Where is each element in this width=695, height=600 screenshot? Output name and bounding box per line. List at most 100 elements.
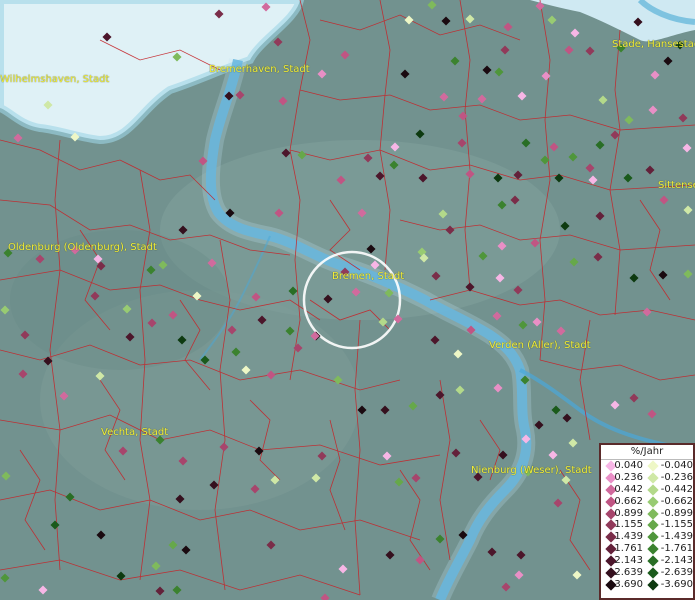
map-view[interactable]: Wilhelmshaven, Stadt Bremerhaven, Stadt … <box>0 0 695 600</box>
station-marker[interactable] <box>570 28 580 38</box>
station-marker[interactable] <box>116 571 126 581</box>
station-marker[interactable] <box>431 271 441 281</box>
station-marker[interactable] <box>96 530 106 540</box>
station-marker[interactable] <box>564 45 574 55</box>
station-marker[interactable] <box>43 356 53 366</box>
station-marker[interactable] <box>266 540 276 550</box>
station-marker[interactable] <box>497 200 507 210</box>
station-marker[interactable] <box>645 165 655 175</box>
station-marker[interactable] <box>487 547 497 557</box>
station-marker[interactable] <box>492 311 502 321</box>
station-marker[interactable] <box>659 195 669 205</box>
station-marker[interactable] <box>598 95 608 105</box>
station-marker[interactable] <box>338 564 348 574</box>
station-marker[interactable] <box>560 221 570 231</box>
station-marker[interactable] <box>95 371 105 381</box>
station-marker[interactable] <box>147 318 157 328</box>
station-marker[interactable] <box>451 448 461 458</box>
station-marker[interactable] <box>177 335 187 345</box>
station-marker[interactable] <box>125 332 135 342</box>
station-marker[interactable] <box>439 92 449 102</box>
station-marker[interactable] <box>513 170 523 180</box>
station-marker[interactable] <box>610 130 620 140</box>
station-marker[interactable] <box>102 32 112 42</box>
station-marker[interactable] <box>250 484 260 494</box>
station-marker[interactable] <box>624 115 634 125</box>
station-marker[interactable] <box>518 320 528 330</box>
station-marker[interactable] <box>382 451 392 461</box>
station-marker[interactable] <box>553 498 563 508</box>
station-marker[interactable] <box>70 132 80 142</box>
station-marker[interactable] <box>320 593 330 600</box>
station-marker[interactable] <box>415 555 425 565</box>
station-marker[interactable] <box>642 307 652 317</box>
station-marker[interactable] <box>333 375 343 385</box>
station-marker[interactable] <box>297 150 307 160</box>
station-marker[interactable] <box>466 325 476 335</box>
station-marker[interactable] <box>503 22 513 32</box>
station-marker[interactable] <box>43 100 53 110</box>
station-marker[interactable] <box>569 257 579 267</box>
station-marker[interactable] <box>357 208 367 218</box>
station-marker[interactable] <box>65 492 75 502</box>
station-marker[interactable] <box>178 225 188 235</box>
station-marker[interactable] <box>450 56 460 66</box>
station-marker[interactable] <box>266 370 276 380</box>
station-marker[interactable] <box>629 273 639 283</box>
station-marker[interactable] <box>610 400 620 410</box>
station-marker[interactable] <box>482 65 492 75</box>
station-marker[interactable] <box>200 355 210 365</box>
station-marker[interactable] <box>181 545 191 555</box>
station-marker[interactable] <box>288 286 298 296</box>
station-marker[interactable] <box>231 347 241 357</box>
station-marker[interactable] <box>683 205 693 215</box>
station-marker[interactable] <box>172 585 182 595</box>
station-marker[interactable] <box>219 442 229 452</box>
station-marker[interactable] <box>384 288 394 298</box>
station-marker[interactable] <box>168 540 178 550</box>
station-marker[interactable] <box>551 405 561 415</box>
station-marker[interactable] <box>554 173 564 183</box>
station-marker[interactable] <box>408 401 418 411</box>
station-marker[interactable] <box>427 0 437 10</box>
station-marker[interactable] <box>493 383 503 393</box>
station-marker[interactable] <box>520 375 530 385</box>
station-marker[interactable] <box>458 530 468 540</box>
station-marker[interactable] <box>311 473 321 483</box>
station-marker[interactable] <box>678 113 688 123</box>
station-marker[interactable] <box>465 282 475 292</box>
station-marker[interactable] <box>535 1 545 11</box>
station-marker[interactable] <box>585 46 595 56</box>
station-marker[interactable] <box>50 520 60 530</box>
station-marker[interactable] <box>224 91 234 101</box>
station-marker[interactable] <box>561 475 571 485</box>
station-marker[interactable] <box>146 265 156 275</box>
station-marker[interactable] <box>35 254 45 264</box>
station-marker[interactable] <box>572 570 582 580</box>
station-marker[interactable] <box>494 67 504 77</box>
station-marker[interactable] <box>623 173 633 183</box>
station-marker[interactable] <box>168 310 178 320</box>
station-marker[interactable] <box>20 330 30 340</box>
station-marker[interactable] <box>317 451 327 461</box>
station-marker[interactable] <box>274 208 284 218</box>
station-marker[interactable] <box>532 317 542 327</box>
station-markers[interactable] <box>0 0 695 600</box>
station-marker[interactable] <box>445 225 455 235</box>
station-marker[interactable] <box>453 349 463 359</box>
station-marker[interactable] <box>155 586 165 596</box>
station-marker[interactable] <box>477 94 487 104</box>
station-marker[interactable] <box>394 477 404 487</box>
station-marker[interactable] <box>521 434 531 444</box>
station-marker[interactable] <box>378 317 388 327</box>
station-marker[interactable] <box>595 211 605 221</box>
station-marker[interactable] <box>430 335 440 345</box>
station-marker[interactable] <box>682 143 692 153</box>
station-marker[interactable] <box>495 273 505 283</box>
station-marker[interactable] <box>0 305 10 315</box>
station-marker[interactable] <box>455 385 465 395</box>
station-marker[interactable] <box>514 570 524 580</box>
station-marker[interactable] <box>278 96 288 106</box>
station-marker[interactable] <box>225 208 235 218</box>
station-marker[interactable] <box>547 15 557 25</box>
